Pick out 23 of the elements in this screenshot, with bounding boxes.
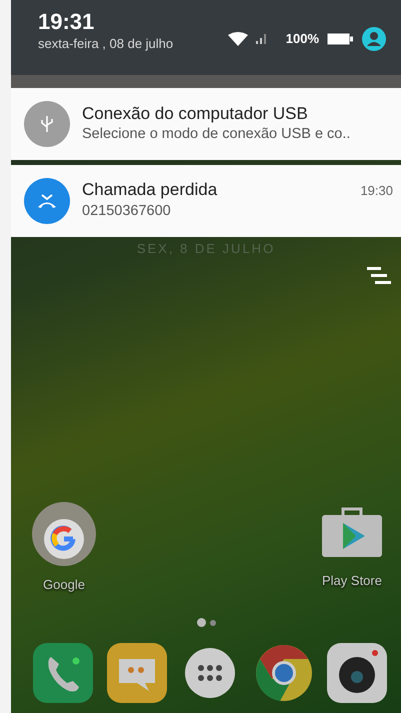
notification-title: Chamada perdida	[82, 179, 218, 201]
phone-icon[interactable]	[31, 641, 95, 705]
notification-text: Selecione o modo de conexão USB e co..	[82, 124, 352, 144]
wifi-icon	[228, 32, 248, 46]
notification-title: Conexão do computador USB	[82, 102, 308, 124]
signal-icon	[256, 34, 266, 44]
user-icon[interactable]	[361, 26, 387, 52]
menu-icon[interactable]	[367, 266, 391, 286]
battery-icon	[327, 32, 353, 44]
chat-icon[interactable]	[104, 641, 168, 705]
clock-time: 19:31	[38, 10, 96, 34]
app-label: Google	[43, 576, 85, 594]
date-text: sexta-feira , 08 de julho	[38, 35, 174, 54]
google-app-icon[interactable]	[31, 500, 97, 566]
notification-time: 19:30	[360, 182, 393, 200]
notification-card[interactable]: Conexão do computador USB Selecione o modo de conexão USB e co..	[11, 88, 401, 160]
notification-card[interactable]: Chamada perdida 19:30 02150367600	[11, 165, 401, 237]
app-label: Play Store	[322, 572, 382, 590]
missed-call-icon	[24, 178, 70, 224]
notification-text: 02150367600	[82, 202, 172, 221]
usb-icon	[24, 101, 70, 147]
camera-icon[interactable]	[325, 641, 389, 705]
battery-percent: 100%	[286, 30, 319, 48]
